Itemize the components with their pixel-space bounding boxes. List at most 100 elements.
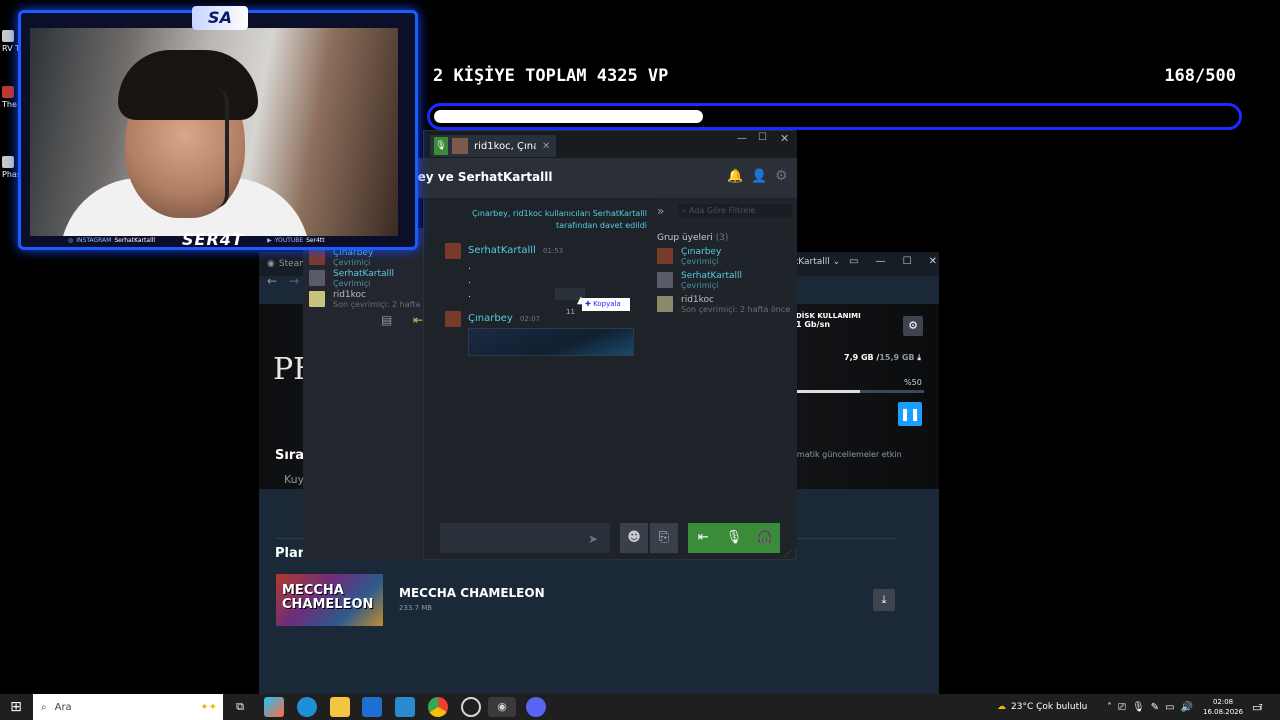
close-tab-icon[interactable]: ✕	[542, 141, 550, 152]
message-line: .	[468, 276, 471, 286]
taskbar: ⊞ ⌕ Ara ✦✦ ⧉ ◉ ☁ 23°C Çok bulutlu ˄ ⎚ 🎙 …	[0, 694, 1280, 720]
maximize-icon[interactable]: ☐	[758, 132, 767, 143]
member-item[interactable]: rid1koc Son çevrimiçi: 2 hafta önce	[657, 295, 790, 315]
friend-item[interactable]: SerhatKartalll Çevrimiçi	[309, 269, 434, 289]
weather-icon: ☁	[997, 702, 1006, 712]
message-author: Çınarbey 02:07	[468, 313, 540, 324]
account-menu[interactable]: rtKartalll ⌄	[791, 257, 840, 267]
headphone-icon	[215, 88, 229, 208]
avatar	[309, 291, 325, 307]
system-message: Çınarbey, rid1koc kullanıcıları SerhatKa…	[472, 209, 647, 230]
filter-input[interactable]: ⌕ Ada Göre Filtrele	[678, 204, 792, 218]
goal-title: 2 KİŞİYE TOPLAM 4325 VP	[433, 66, 669, 86]
member-item[interactable]: Çınarbey Çevrimiçi	[657, 247, 782, 267]
calendar-icon[interactable]: ▤	[381, 313, 392, 327]
resize-handle-icon[interactable]: ⋰	[784, 549, 792, 558]
store-icon[interactable]	[395, 697, 415, 717]
pause-button[interactable]: ❚❚	[898, 402, 922, 426]
steam-icon: ◉	[267, 259, 275, 269]
leave-voice-icon[interactable]: ⇤	[413, 313, 423, 327]
clock-date: 16.08.2026	[1203, 708, 1244, 716]
search-placeholder: Ara	[54, 701, 72, 713]
discord-icon[interactable]	[526, 697, 546, 717]
download-item[interactable]: MECCHA CHAMELEON MECCHA CHAMELEON 233.7 …	[276, 574, 916, 626]
downloaded-amount: 7,9 GB	[844, 353, 874, 362]
person-hair	[118, 50, 258, 120]
message-area: Çınarbey, rid1koc kullanıcıları SerhatKa…	[437, 198, 652, 518]
friend-item[interactable]: Çinarbey Çevrimiçi	[309, 248, 434, 268]
instagram-icon: ◎	[68, 236, 74, 244]
search-box[interactable]: ⌕ Ara ✦✦	[33, 694, 223, 720]
headset-icon[interactable]: 🎧	[749, 523, 780, 553]
download-icon[interactable]: ⤓	[873, 589, 895, 611]
close-icon[interactable]: ✕	[929, 256, 937, 267]
leave-voice-icon[interactable]: ⇤	[688, 523, 719, 553]
microphone-icon[interactable]: 🎙	[1132, 702, 1145, 713]
add-friend-icon[interactable]: 👤	[751, 169, 767, 184]
download-percent: %50	[904, 378, 922, 387]
chat-tab-label: rid1koc, Çınar	[474, 140, 536, 152]
member-item[interactable]: SerhatKartalll Çevrimiçi	[657, 271, 782, 291]
screenshot-attachment[interactable]	[468, 328, 634, 356]
search-icon: ⌕	[682, 206, 687, 215]
windows-start-icon[interactable]: ⊞	[6, 697, 26, 717]
app-icon[interactable]	[461, 697, 481, 717]
weather-widget[interactable]: ☁ 23°C Çok bulutlu	[997, 694, 1087, 720]
copilot-icon[interactable]	[264, 697, 284, 717]
file-explorer-icon[interactable]	[330, 697, 350, 717]
chat-tab[interactable]: 🎙 rid1koc, Çınar ✕	[430, 135, 556, 157]
weather-text: 23°C Çok bulutlu	[1011, 702, 1088, 712]
settings-icon[interactable]: ⚙	[775, 168, 788, 184]
device-icon[interactable]: ⎚	[1118, 702, 1126, 713]
group-chat-window: 🎙 rid1koc, Çınar ✕ — ☐ ✕ ırbey ve Serhat…	[399, 130, 797, 560]
avatar	[445, 243, 461, 259]
friend-item[interactable]: rid1koc Son çevrimiçi: 2 hafta önce	[309, 290, 442, 310]
goal-separator: /	[1195, 66, 1206, 86]
speaker-icon[interactable]: 🔊	[1181, 702, 1193, 713]
streamer-logo: SA	[192, 6, 248, 30]
back-arrow-icon[interactable]: ←	[267, 274, 277, 288]
instagram-handle: SerhatKartalll	[114, 236, 156, 244]
chevron-up-icon[interactable]: ˄	[1107, 702, 1112, 713]
clock-time: 02:08	[1212, 698, 1234, 706]
notification-icon[interactable]: ▭ 7	[1252, 694, 1263, 720]
download-progress-fill	[796, 390, 860, 393]
emoji-icon[interactable]: ☻	[620, 523, 648, 553]
message-time: 01:53	[543, 247, 564, 255]
microphone-icon: 🎙	[434, 137, 448, 155]
attach-icon[interactable]: ⎘	[650, 523, 678, 553]
members-title: Grup üyeleri (3)	[657, 233, 728, 243]
member-status: Çevrimiçi	[681, 281, 719, 290]
bell-icon[interactable]: 🔔	[727, 169, 743, 184]
close-icon[interactable]: ✕	[780, 132, 789, 145]
chat-title: ırbey ve SerhatKartalll	[399, 170, 553, 184]
clock[interactable]: 02:08 16.08.2026	[1203, 694, 1243, 720]
settings-gear-icon[interactable]: ⚙	[903, 316, 923, 336]
pen-icon[interactable]: ✎	[1151, 702, 1159, 713]
avatar	[445, 311, 461, 327]
network-icon[interactable]: ▭	[1165, 702, 1174, 713]
task-view-icon[interactable]: ⧉	[230, 697, 250, 717]
microphone-icon[interactable]: 🎙	[719, 523, 750, 553]
message-input[interactable]: ➤	[440, 523, 610, 553]
minimize-icon[interactable]: —	[876, 256, 886, 267]
steam-taskbar-icon[interactable]: ◉	[488, 697, 516, 717]
friends-list-panel: Çinarbey Çevrimiçi SerhatKartalll Çevrim…	[303, 228, 442, 560]
sparkle-icon: ✦✦	[200, 701, 217, 713]
game-name: MECCHA CHAMELEON	[399, 586, 545, 600]
copy-tooltip[interactable]: ✚ Kopyala	[582, 298, 630, 311]
friend-name: SerhatKartalll	[333, 269, 395, 279]
chrome-icon[interactable]	[428, 697, 448, 717]
goal-count: 168/500	[1164, 66, 1236, 86]
minimize-icon[interactable]: —	[737, 133, 747, 144]
mail-icon[interactable]	[362, 697, 382, 717]
collapse-icon[interactable]: »	[657, 204, 664, 218]
plus-icon: ✚	[585, 300, 591, 308]
monitor-icon[interactable]: ▭	[849, 256, 858, 267]
maximize-icon[interactable]: ☐	[903, 256, 912, 267]
members-panel: » ⌕ Ada Göre Filtrele Grup üyeleri (3) Ç…	[652, 198, 797, 548]
forward-arrow-icon[interactable]: →	[289, 274, 299, 288]
member-status: Son çevrimiçi: 2 hafta önce	[681, 305, 791, 314]
edge-icon[interactable]	[297, 697, 317, 717]
send-icon[interactable]: ➤	[588, 532, 598, 546]
